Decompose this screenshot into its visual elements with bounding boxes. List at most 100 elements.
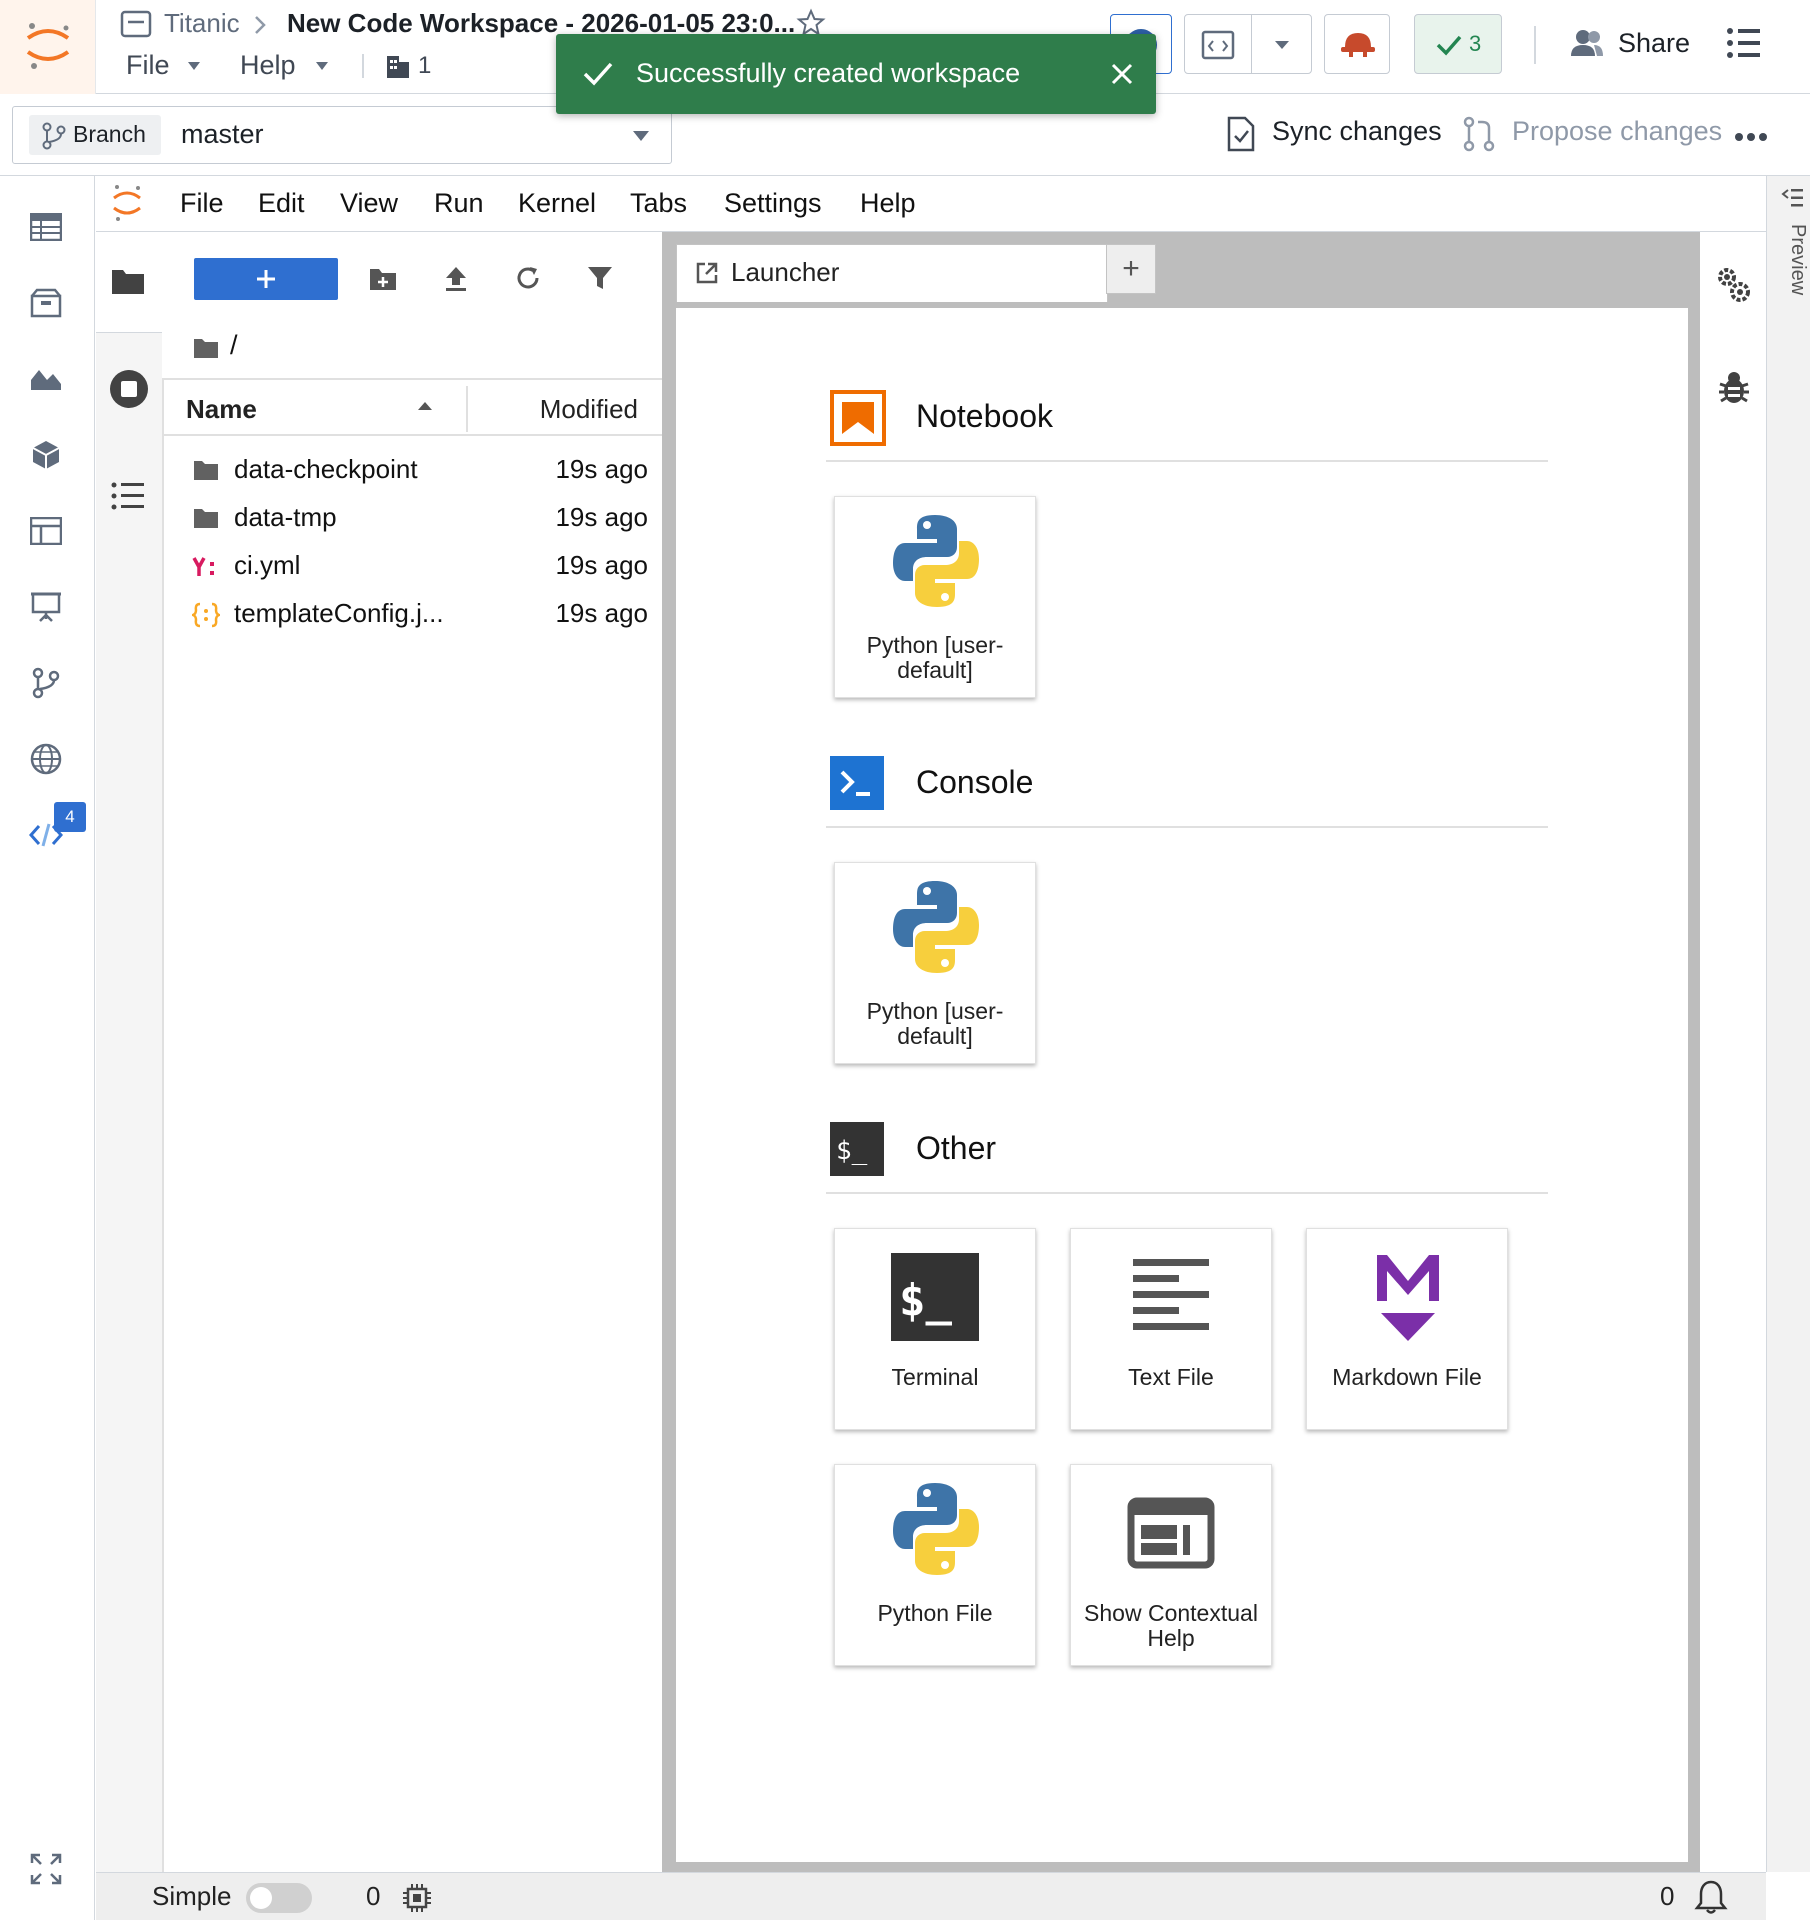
terminal-icon: $_: [891, 1253, 979, 1341]
simple-mode-label: Simple: [152, 1881, 232, 1911]
refresh-icon[interactable]: [514, 264, 542, 292]
column-name[interactable]: Name: [186, 394, 257, 425]
status-bar: Simple 0 0: [96, 1872, 1766, 1920]
more-icon[interactable]: [1734, 132, 1768, 142]
file-list-header: Name Modified: [162, 382, 662, 436]
jupyter-logo-icon: [113, 185, 141, 221]
branch-value: master: [181, 119, 264, 149]
menu-help[interactable]: Help: [860, 188, 916, 219]
rail-git-icon[interactable]: [25, 662, 67, 704]
rail-chart-icon[interactable]: [25, 358, 67, 400]
header-menu-help[interactable]: Help: [240, 50, 296, 81]
breadcrumb-parent[interactable]: Titanic: [164, 8, 240, 39]
menu-tabs[interactable]: Tabs: [630, 188, 687, 219]
column-modified[interactable]: Modified: [540, 394, 638, 425]
share-button[interactable]: Share: [1618, 28, 1690, 59]
code-view-button[interactable]: [1184, 14, 1312, 74]
text-file-icon: [1133, 1259, 1209, 1330]
contextual-help-card[interactable]: Show Contextual Help: [1070, 1464, 1272, 1666]
menu-file[interactable]: File: [180, 188, 224, 219]
rail-code-icon[interactable]: [25, 814, 67, 856]
expand-icon[interactable]: [25, 1848, 67, 1890]
python-file-card[interactable]: Python File: [834, 1464, 1036, 1666]
close-icon[interactable]: [1110, 62, 1134, 86]
plus-icon: [257, 270, 275, 288]
simple-mode-toggle[interactable]: [246, 1883, 312, 1913]
tab-launcher[interactable]: Launcher: [676, 244, 1108, 302]
people-icon[interactable]: [1570, 28, 1604, 58]
preview-strip[interactable]: Preview: [1766, 176, 1810, 1872]
markdown-icon: [1377, 1255, 1439, 1341]
notebook-python-card[interactable]: Python [user-default]: [834, 496, 1036, 698]
propose-changes-button[interactable]: Propose changes: [1512, 116, 1722, 147]
launch-icon: [696, 262, 718, 284]
list-menu-icon[interactable]: [1726, 26, 1762, 60]
terminals-count[interactable]: 0: [366, 1881, 380, 1912]
menu-edit[interactable]: Edit: [258, 188, 305, 219]
menu-kernel[interactable]: Kernel: [518, 188, 596, 219]
sort-ascending-icon[interactable]: [416, 400, 434, 412]
environment-button[interactable]: [1324, 14, 1390, 74]
file-row-ci-yml[interactable]: ci.yml 19s ago: [162, 542, 662, 590]
rail-layout-icon[interactable]: [25, 510, 67, 552]
panel-splitter[interactable]: [662, 232, 676, 1872]
upload-icon[interactable]: [442, 264, 470, 292]
header-menu-file[interactable]: File: [126, 50, 170, 81]
sync-changes-button[interactable]: Sync changes: [1272, 116, 1442, 147]
panel-collapse-icon: [1781, 189, 1803, 207]
add-tab-button[interactable]: +: [1106, 244, 1156, 294]
rail-presentation-icon[interactable]: [25, 586, 67, 628]
notebook-section-icon: [830, 390, 886, 446]
filebrowser-tab[interactable]: [96, 232, 162, 332]
debugger-bug-icon[interactable]: [1718, 370, 1750, 406]
tab-bar: Launcher +: [676, 232, 1700, 308]
rail-cube-icon[interactable]: [25, 434, 67, 476]
menu-settings[interactable]: Settings: [724, 188, 822, 219]
rail-table-icon[interactable]: [25, 206, 67, 248]
current-path[interactable]: /: [230, 330, 238, 361]
console-section-icon: [830, 756, 884, 810]
kernel-chip-icon[interactable]: [402, 1883, 432, 1913]
caret-down-icon[interactable]: [314, 60, 330, 72]
file-check-icon[interactable]: [1226, 116, 1256, 152]
file-row-data-tmp[interactable]: data-tmp 19s ago: [162, 494, 662, 542]
git-branch-icon: [42, 122, 66, 150]
chevron-right-icon: [255, 16, 266, 34]
folder-icon: [112, 270, 144, 294]
divider: [1534, 26, 1536, 64]
text-file-card[interactable]: Text File: [1070, 1228, 1272, 1430]
notebook-section-title: Notebook: [916, 398, 1053, 434]
checks-button[interactable]: 3: [1414, 14, 1502, 74]
console-python-card[interactable]: Python [user-default]: [834, 862, 1036, 1064]
filter-icon[interactable]: [586, 264, 614, 292]
menu-run[interactable]: Run: [434, 188, 484, 219]
python-icon: [893, 881, 979, 973]
rail-package-icon[interactable]: [25, 282, 67, 324]
folder-icon[interactable]: [192, 336, 220, 360]
new-folder-icon[interactable]: [368, 266, 398, 292]
toc-list-icon[interactable]: [110, 480, 146, 512]
caret-down-icon[interactable]: [186, 60, 202, 72]
toast-message: Successfully created workspace: [636, 58, 1021, 88]
file-row-data-checkpoint[interactable]: data-checkpoint 19s ago: [162, 446, 662, 494]
property-inspector-gears-icon[interactable]: [1716, 266, 1752, 304]
terminal-card[interactable]: $_ Terminal: [834, 1228, 1036, 1430]
file-browser-toolbar: [162, 232, 662, 332]
app-logo[interactable]: [0, 0, 96, 94]
rail-globe-icon[interactable]: [25, 738, 67, 780]
caret-down-icon[interactable]: [631, 129, 651, 143]
hat-icon: [1341, 33, 1375, 57]
yaml-file-icon: [192, 557, 214, 576]
main-dock-panel: Launcher + Notebook Python [user-default…: [676, 232, 1700, 1872]
file-row-templateconfig[interactable]: templateConfig.j... 19s ago: [162, 590, 662, 638]
pull-request-icon[interactable]: [1462, 116, 1496, 152]
running-stop-icon[interactable]: [108, 368, 150, 410]
markdown-file-card[interactable]: Markdown File: [1306, 1228, 1508, 1430]
menu-view[interactable]: View: [340, 188, 398, 219]
new-launcher-button[interactable]: [194, 258, 338, 300]
jupyter-menubar: File Edit View Run Kernel Tabs Settings …: [96, 176, 1766, 232]
python-icon: [893, 515, 979, 607]
bell-icon[interactable]: [1694, 1879, 1728, 1915]
branch-select[interactable]: Branch master: [12, 106, 672, 164]
preview-label[interactable]: Preview: [1769, 224, 1809, 295]
